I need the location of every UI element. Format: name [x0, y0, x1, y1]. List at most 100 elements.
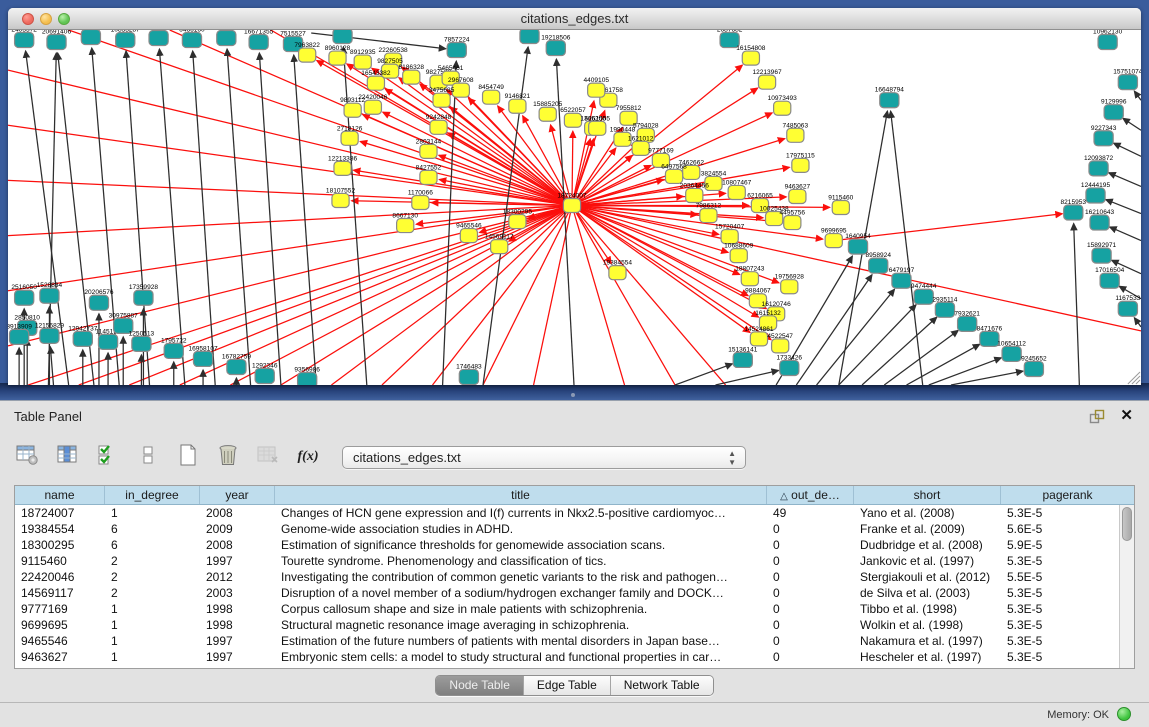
network-node[interactable]: 17359928	[129, 284, 159, 305]
network-node[interactable]: 16033809	[328, 30, 358, 44]
network-node[interactable]: 9129996	[1101, 99, 1127, 120]
network-edge[interactable]	[50, 347, 53, 385]
split-pane-handle[interactable]	[571, 393, 575, 397]
network-edge[interactable]	[69, 30, 572, 205]
network-edge[interactable]	[907, 344, 980, 385]
table-scrollbar-thumb[interactable]	[1122, 507, 1132, 541]
delete-table-button[interactable]	[254, 443, 282, 471]
network-node[interactable]: 16154808	[736, 45, 766, 65]
network-node[interactable]: 1733426	[777, 354, 803, 375]
network-edge[interactable]	[360, 142, 572, 206]
table-scrollbar[interactable]	[1119, 505, 1134, 668]
table-row[interactable]: 2242004622012Investigating the contribut…	[15, 569, 1119, 585]
select-all-button[interactable]	[94, 443, 122, 471]
network-node[interactable]: 12213967	[752, 69, 782, 89]
float-window-icon[interactable]	[1089, 409, 1105, 424]
network-node[interactable]: 8215953	[1061, 199, 1087, 220]
network-node[interactable]: 1746483	[456, 363, 482, 384]
network-node[interactable]: 7963822	[294, 42, 320, 62]
network-node[interactable]: 17016504	[1095, 267, 1125, 288]
network-node[interactable]: 16671355	[244, 30, 274, 50]
network-edge[interactable]	[715, 370, 778, 385]
column-header-in_degree[interactable]: in_degree	[105, 486, 200, 504]
network-node[interactable]: 8958924	[865, 252, 891, 273]
column-header-pagerank[interactable]: pagerank	[1001, 486, 1134, 504]
column-header-title[interactable]: title	[275, 486, 767, 504]
trash-button[interactable]	[214, 443, 242, 471]
network-window-titlebar[interactable]: citations_edges.txt	[8, 8, 1141, 30]
deselect-all-button[interactable]	[134, 443, 162, 471]
network-node[interactable]: 16094559	[76, 30, 106, 45]
network-node[interactable]: 9227343	[1091, 125, 1117, 146]
table-row[interactable]: 1872400712008Changes of HCN gene express…	[15, 505, 1119, 521]
network-edge[interactable]	[227, 49, 250, 385]
network-node[interactable]: 2803144	[416, 138, 442, 158]
network-node[interactable]: 9699695	[821, 228, 847, 248]
memory-status-icon[interactable]	[1117, 707, 1131, 721]
network-edge[interactable]	[572, 205, 726, 385]
network-node[interactable]: 19756928	[775, 274, 805, 294]
close-panel-icon[interactable]: ✕	[1120, 408, 1133, 423]
column-header-short[interactable]: short	[854, 486, 1001, 504]
network-edge[interactable]	[1110, 227, 1141, 241]
network-node[interactable]: 8960128	[325, 45, 351, 65]
network-node[interactable]: 8454749	[478, 84, 504, 104]
network-node[interactable]: 2516050	[11, 284, 37, 305]
network-edge[interactable]	[817, 289, 895, 385]
network-edge[interactable]	[159, 49, 184, 385]
table-row[interactable]: 946554611997Estimation of the future num…	[15, 633, 1119, 649]
table-row[interactable]: 977716911998Corpus callosum shape and si…	[15, 601, 1119, 617]
network-node[interactable]: 16543382	[361, 70, 391, 90]
network-node[interactable]: 9242848	[426, 114, 452, 134]
tab-node-table[interactable]: Node Table	[436, 676, 524, 695]
network-node[interactable]: 10962130	[1093, 30, 1123, 50]
network-node[interactable]: 1528834	[37, 282, 63, 303]
network-node[interactable]: 8186328	[399, 64, 425, 84]
network-node[interactable]: 12942737	[68, 325, 98, 346]
table-settings-button[interactable]	[14, 443, 42, 471]
network-edge[interactable]	[572, 205, 1141, 330]
column-visibility-button[interactable]	[54, 443, 82, 471]
network-node[interactable]: 15751074	[1113, 69, 1141, 90]
network-edge[interactable]	[929, 358, 1001, 385]
network-node[interactable]: 1795722	[161, 337, 187, 358]
network-node[interactable]: 3913909	[8, 323, 32, 344]
network-node[interactable]: 4522547	[767, 333, 793, 353]
network-edge[interactable]	[1109, 173, 1141, 187]
network-node[interactable]: 2718126	[337, 125, 363, 145]
table-row[interactable]: 1456911722003Disruption of a novel membe…	[15, 585, 1119, 601]
network-node[interactable]: 20364456	[680, 182, 710, 202]
network-edge[interactable]	[8, 205, 572, 235]
column-header-out_de[interactable]: △ out_de…	[767, 486, 854, 504]
network-node[interactable]: 9463627	[785, 183, 811, 203]
column-header-year[interactable]: year	[200, 486, 275, 504]
table-row[interactable]: 1938455462009Genome-wide association stu…	[15, 521, 1119, 537]
network-edge[interactable]	[1074, 224, 1080, 385]
network-edge[interactable]	[439, 155, 572, 205]
network-node[interactable]: 7857224	[444, 37, 470, 58]
network-node[interactable]: 8813054	[517, 30, 543, 44]
network-node[interactable]: 8912935	[350, 49, 376, 69]
tab-network-table[interactable]: Network Table	[611, 676, 713, 695]
tab-edge-table[interactable]: Edge Table	[524, 676, 611, 695]
network-edge[interactable]	[1134, 318, 1141, 327]
network-edge[interactable]	[193, 51, 216, 385]
table-row[interactable]: 946362711997Embryonic stem cells: a mode…	[15, 649, 1119, 665]
network-edge[interactable]	[1123, 118, 1141, 130]
network-node[interactable]: 9893112	[340, 97, 365, 117]
network-node[interactable]: 20691406	[42, 30, 72, 50]
network-edge[interactable]	[8, 205, 572, 290]
network-node[interactable]: 9115460	[828, 194, 853, 214]
network-node[interactable]: 10853287	[111, 30, 141, 48]
network-edge[interactable]	[1134, 91, 1141, 100]
table-row[interactable]: 969969511998Structural magnetic resonanc…	[15, 617, 1119, 633]
new-file-button[interactable]	[174, 443, 202, 471]
function-builder-button[interactable]: f(x)	[294, 443, 322, 471]
network-node[interactable]: 1527607	[146, 30, 172, 46]
network-node[interactable]: 17975115	[786, 152, 815, 172]
network-node[interactable]: 1640954	[845, 233, 871, 254]
network-edge[interactable]	[1114, 143, 1141, 156]
table-selector-dropdown[interactable]: citations_edges.txt▲▼	[342, 446, 746, 469]
network-edge[interactable]	[675, 364, 732, 385]
network-node[interactable]: 1170066	[408, 189, 433, 209]
